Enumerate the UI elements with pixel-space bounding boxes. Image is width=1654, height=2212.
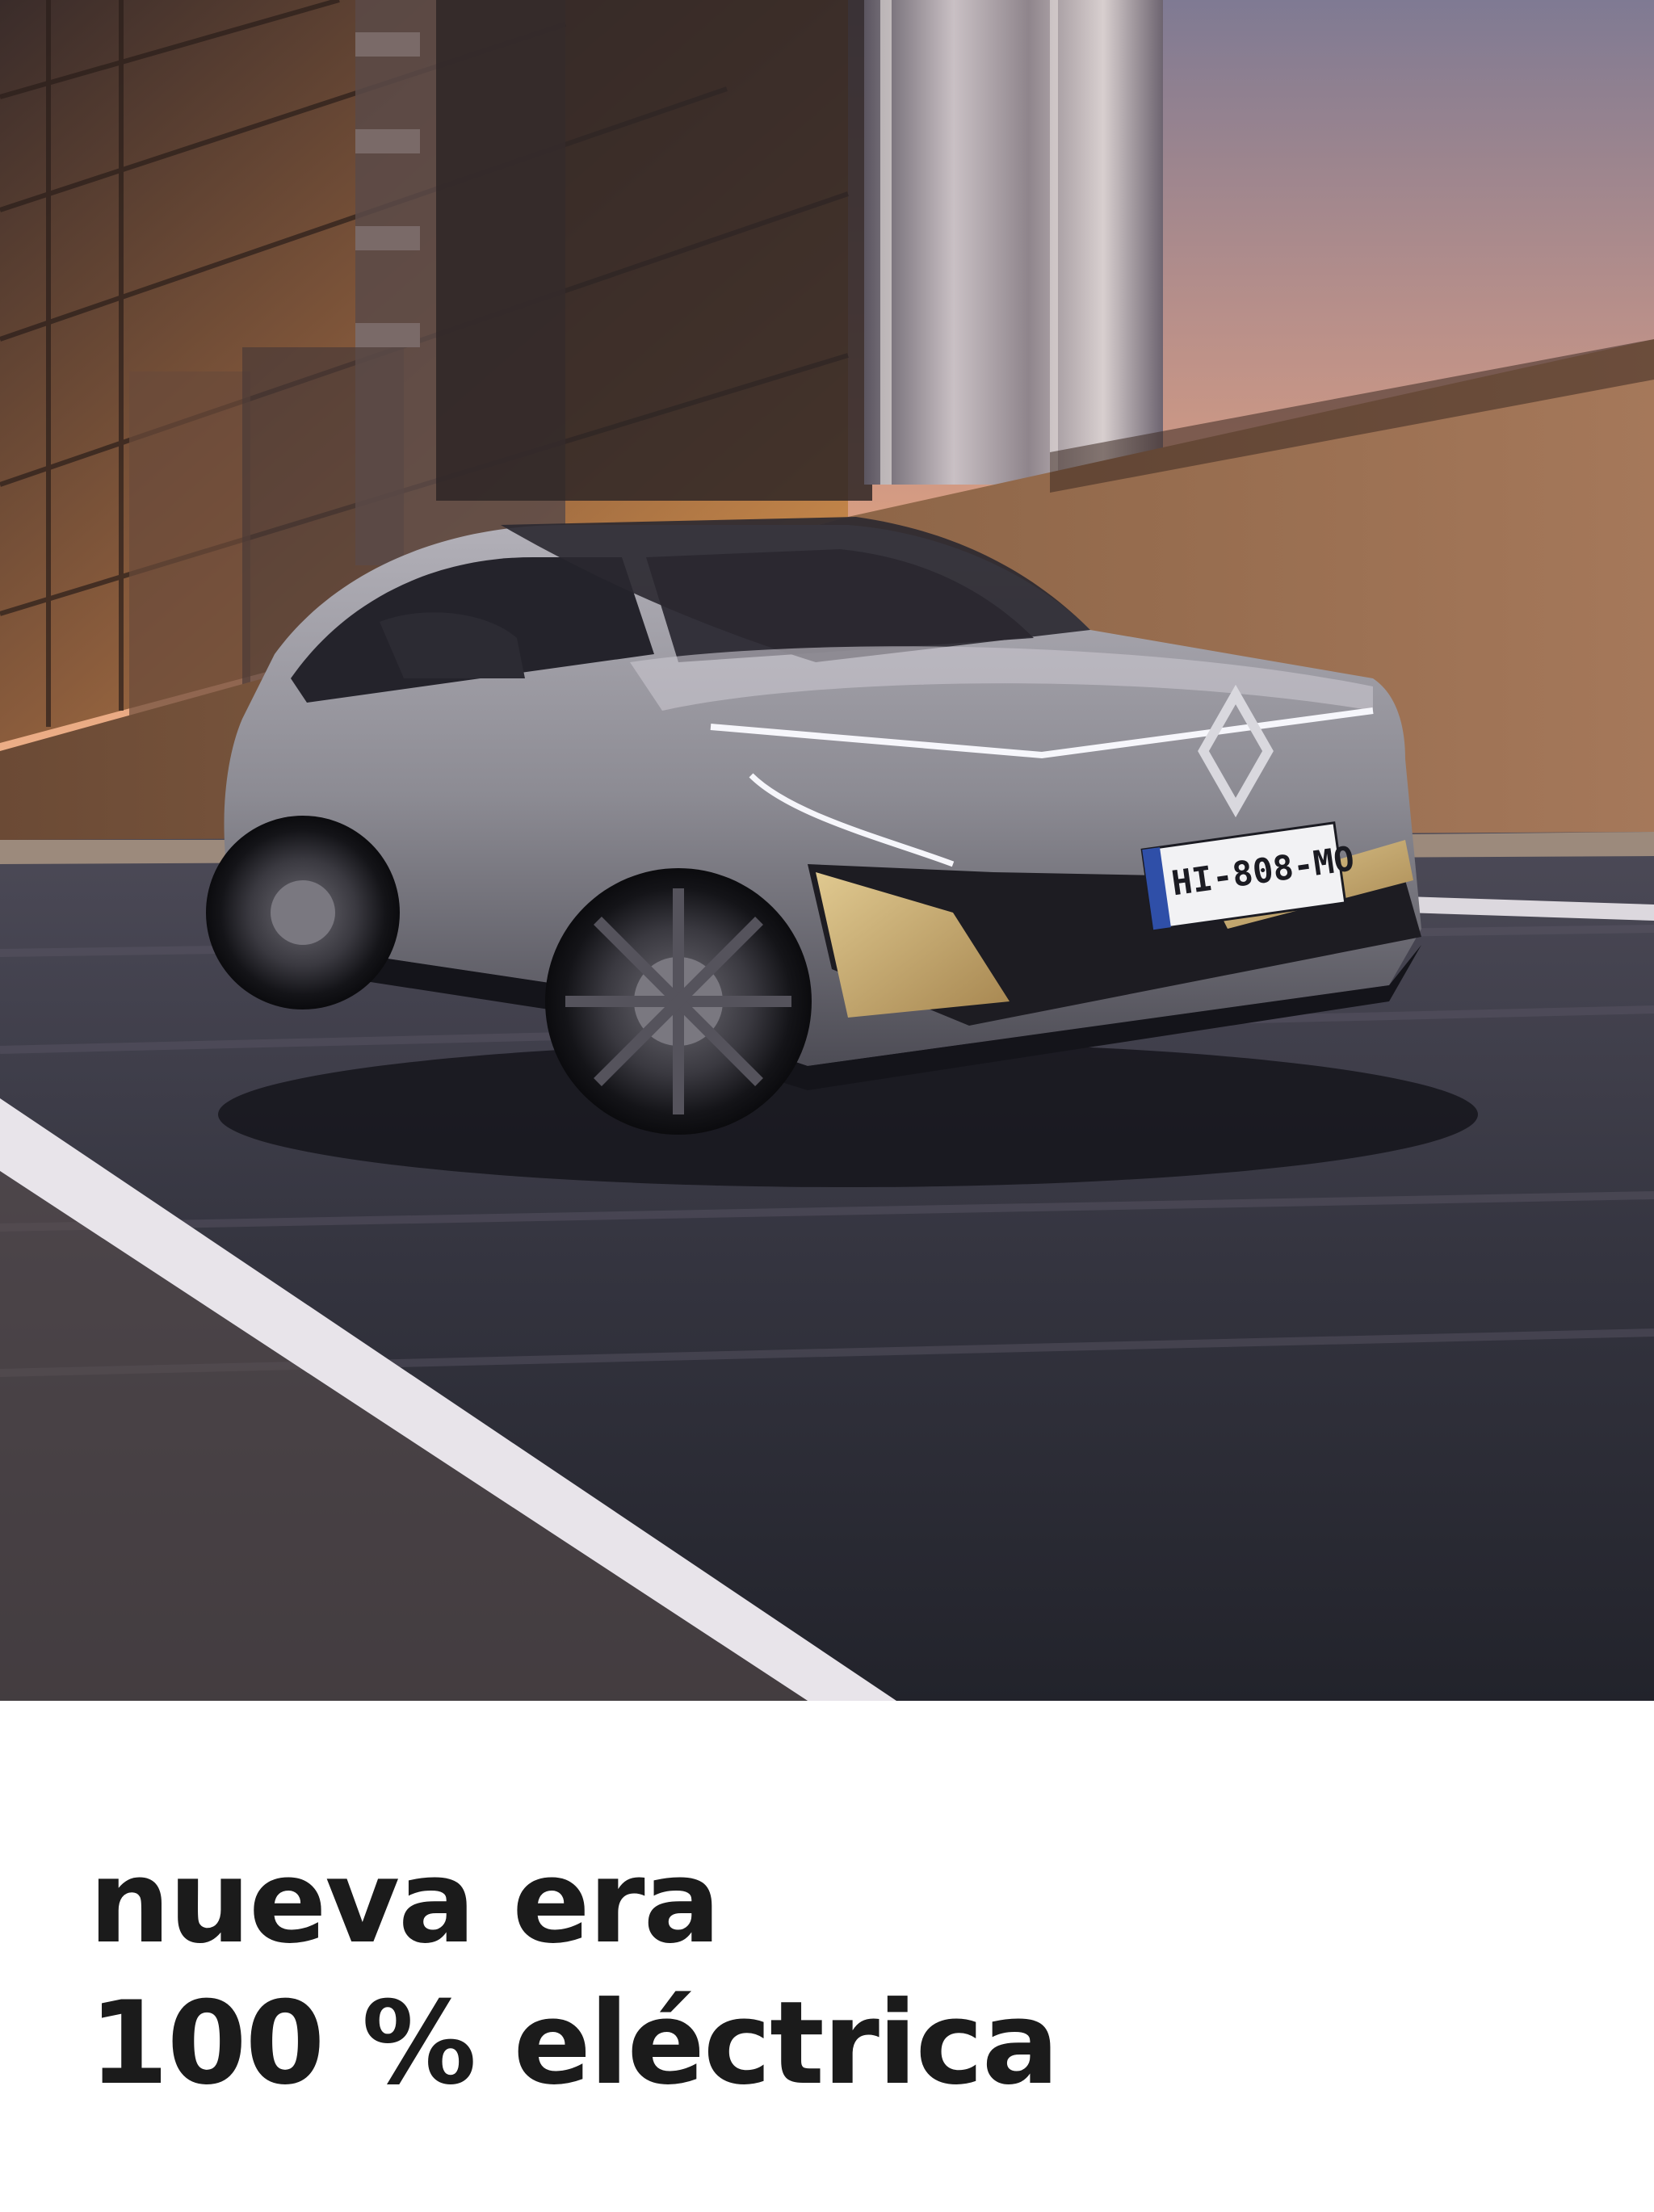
ad-page: HI-808-MO nueva era 100 % eléctrica: [0, 0, 1654, 2212]
headline: nueva era 100 % eléctrica: [89, 1832, 1543, 2114]
headline-line-1: nueva era: [89, 1836, 720, 1969]
headline-line-2: 100 % eléctrica: [89, 1977, 1060, 2110]
hero-image: [0, 0, 1654, 1701]
